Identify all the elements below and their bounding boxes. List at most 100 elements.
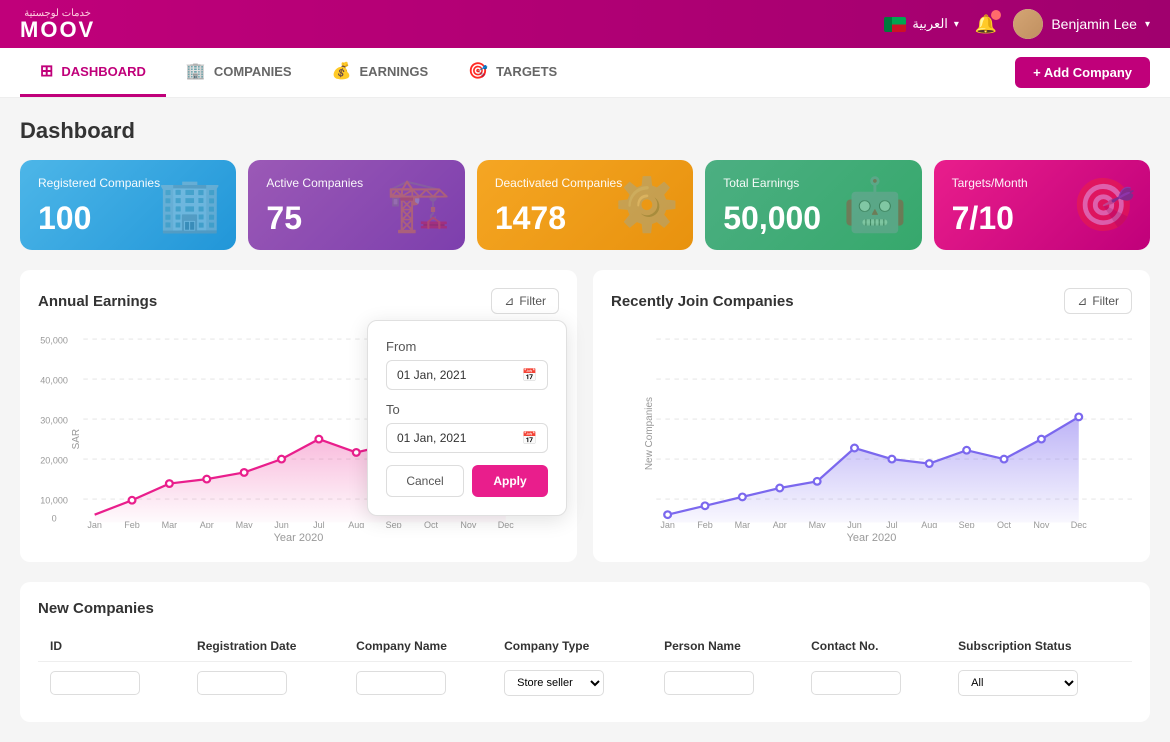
svg-text:50,000: 50,000	[40, 336, 68, 346]
table-header-row: ID Registration Date Company Name Compan…	[38, 631, 1132, 662]
recently-chart-svg-container: New Companies	[611, 328, 1132, 528]
nav-label-dashboard: DASHBOARD	[61, 64, 146, 79]
dashboard-icon: ⊞	[40, 61, 53, 81]
svg-text:Mar: Mar	[735, 520, 751, 528]
svg-text:Dec: Dec	[1071, 520, 1088, 528]
deactivated-icon: ⚙️	[614, 175, 679, 236]
filter-date-cell	[185, 662, 344, 705]
filter-name-cell	[344, 662, 492, 705]
apply-button[interactable]: Apply	[472, 465, 548, 497]
funnel-icon: ⊿	[504, 294, 514, 308]
cancel-button[interactable]: Cancel	[386, 465, 464, 497]
annual-filter-button[interactable]: ⊿ Filter	[491, 288, 559, 314]
to-label: To	[386, 402, 548, 417]
nav-label-earnings: EARNINGS	[360, 64, 429, 79]
notification-badge	[991, 10, 1001, 20]
earnings-icon: 💰	[332, 61, 352, 81]
logo-brand: MOOV	[20, 19, 95, 41]
table-section-title: New Companies	[38, 600, 1132, 617]
user-chevron-icon: ▾	[1145, 19, 1150, 30]
add-company-button[interactable]: + Add Company	[1015, 57, 1150, 88]
from-label: From	[386, 339, 548, 354]
nav-label-companies: COMPANIES	[214, 64, 292, 79]
person-filter-input[interactable]	[664, 671, 754, 695]
nav-item-targets[interactable]: 🎯 TARGETS	[448, 48, 577, 97]
header: خدمات لوجستية MOOV العربية ▾ 🔔 Benjamin …	[0, 0, 1170, 48]
stat-card-active: Active Companies 75 🏗️	[248, 160, 464, 250]
main-content: Dashboard Registered Companies 100 🏢 Act…	[0, 98, 1170, 742]
calendar-icon-2: 📅	[522, 431, 537, 445]
navigation: ⊞ DASHBOARD 🏢 COMPANIES 💰 EARNINGS 🎯 TAR…	[0, 48, 1170, 98]
notifications-bell[interactable]: 🔔	[975, 14, 997, 35]
stat-card-registered: Registered Companies 100 🏢	[20, 160, 236, 250]
svg-text:Apr: Apr	[773, 520, 787, 528]
table-wrapper: ID Registration Date Company Name Compan…	[38, 631, 1132, 704]
svg-text:New Companies: New Companies	[644, 397, 655, 470]
filter-popup-actions: Cancel Apply	[386, 465, 548, 497]
flag-icon	[884, 17, 906, 32]
filter-contact-cell	[799, 662, 946, 705]
stat-card-deactivated: Deactivated Companies 1478 ⚙️	[477, 160, 693, 250]
targets-icon: 🎯	[468, 61, 488, 81]
funnel-icon-2: ⊿	[1077, 294, 1087, 308]
svg-text:Feb: Feb	[124, 520, 140, 528]
charts-row: Annual Earnings ⊿ Filter From 01 Jan, 20…	[20, 270, 1150, 562]
svg-text:0: 0	[52, 513, 57, 523]
recently-chart-title: Recently Join Companies	[611, 293, 794, 310]
svg-text:40,000: 40,000	[40, 376, 68, 386]
col-company-name: Company Name	[344, 631, 492, 662]
svg-text:Sep: Sep	[386, 520, 402, 528]
svg-text:Aug: Aug	[921, 520, 937, 528]
from-date-input[interactable]: 01 Jan, 2021 📅	[386, 360, 548, 390]
avatar	[1013, 9, 1043, 39]
name-filter-input[interactable]	[356, 671, 446, 695]
active-company-icon: 🏗️	[386, 175, 451, 236]
language-label: العربية	[912, 16, 948, 32]
col-person-name: Person Name	[652, 631, 799, 662]
filter-popup: From 01 Jan, 2021 📅 To 01 Jan, 2021 📅 Ca…	[367, 320, 567, 516]
annual-chart-title: Annual Earnings	[38, 293, 157, 310]
svg-text:Oct: Oct	[424, 520, 439, 528]
annual-year-label: Year 2020	[38, 532, 559, 544]
chevron-down-icon: ▾	[954, 19, 959, 30]
nav-item-earnings[interactable]: 💰 EARNINGS	[312, 48, 449, 97]
annual-chart-header: Annual Earnings ⊿ Filter	[38, 288, 559, 314]
recently-join-chart: Recently Join Companies ⊿ Filter New Com…	[593, 270, 1150, 562]
svg-text:20,000: 20,000	[40, 456, 68, 466]
col-id: ID	[38, 631, 185, 662]
svg-text:May: May	[809, 520, 827, 528]
col-status: Subscription Status	[946, 631, 1132, 662]
svg-text:Jul: Jul	[886, 520, 898, 528]
recently-filter-button[interactable]: ⊿ Filter	[1064, 288, 1132, 314]
user-menu[interactable]: Benjamin Lee ▾	[1013, 9, 1150, 39]
col-reg-date: Registration Date	[185, 631, 344, 662]
col-contact: Contact No.	[799, 631, 946, 662]
svg-text:Jun: Jun	[847, 520, 862, 528]
table-filter-row: Store seller Service provider Manufactur…	[38, 662, 1132, 705]
type-filter-select[interactable]: Store seller Service provider Manufactur…	[504, 670, 604, 696]
svg-text:Apr: Apr	[200, 520, 214, 528]
nav-item-dashboard[interactable]: ⊞ DASHBOARD	[20, 48, 166, 97]
recently-chart-header: Recently Join Companies ⊿ Filter	[611, 288, 1132, 314]
status-filter-select[interactable]: All Active Inactive	[958, 670, 1078, 696]
recently-year-label: Year 2020	[611, 532, 1132, 544]
target-icon: 🎯	[1071, 175, 1136, 236]
nav-item-companies[interactable]: 🏢 COMPANIES	[166, 48, 312, 97]
filter-person-cell	[652, 662, 799, 705]
svg-text:30,000: 30,000	[40, 416, 68, 426]
svg-text:Jan: Jan	[660, 520, 675, 528]
stat-cards-row: Registered Companies 100 🏢 Active Compan…	[20, 160, 1150, 250]
svg-text:May: May	[236, 520, 254, 528]
svg-text:Sep: Sep	[959, 520, 975, 528]
header-right: العربية ▾ 🔔 Benjamin Lee ▾	[884, 9, 1150, 39]
earnings-machine-icon: 🤖	[843, 175, 908, 236]
contact-filter-input[interactable]	[811, 671, 901, 695]
to-date-input[interactable]: 01 Jan, 2021 📅	[386, 423, 548, 453]
svg-text:Oct: Oct	[997, 520, 1012, 528]
date-filter-input[interactable]	[197, 671, 287, 695]
companies-icon: 🏢	[186, 61, 206, 81]
id-filter-input[interactable]	[50, 671, 140, 695]
language-button[interactable]: العربية ▾	[884, 16, 959, 32]
svg-text:Nov: Nov	[1033, 520, 1050, 528]
annual-earnings-chart: Annual Earnings ⊿ Filter From 01 Jan, 20…	[20, 270, 577, 562]
